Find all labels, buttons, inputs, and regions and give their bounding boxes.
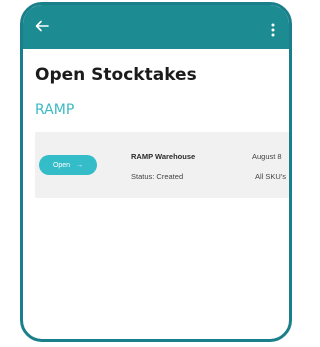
phone-frame: Open Stocktakes RAMP Open → RAMP Warehou…: [20, 2, 292, 342]
arrow-right-icon: →: [76, 161, 84, 169]
section-title: RAMP: [35, 102, 75, 118]
stocktake-row[interactable]: Open → RAMP Warehouse Status: Created Au…: [35, 132, 289, 198]
open-stocktake-button[interactable]: Open →: [39, 155, 97, 175]
back-arrow-icon[interactable]: [35, 19, 49, 33]
stocktake-date: August 8: [252, 152, 282, 161]
more-vertical-icon[interactable]: [271, 23, 275, 37]
stocktake-scope: All SKU's: [255, 172, 287, 181]
warehouse-name: RAMP Warehouse: [131, 152, 196, 161]
stocktake-status: Status: Created: [131, 172, 184, 181]
page-title: Open Stocktakes: [35, 65, 197, 85]
app-bar: [23, 5, 289, 49]
open-button-label: Open: [52, 161, 71, 169]
